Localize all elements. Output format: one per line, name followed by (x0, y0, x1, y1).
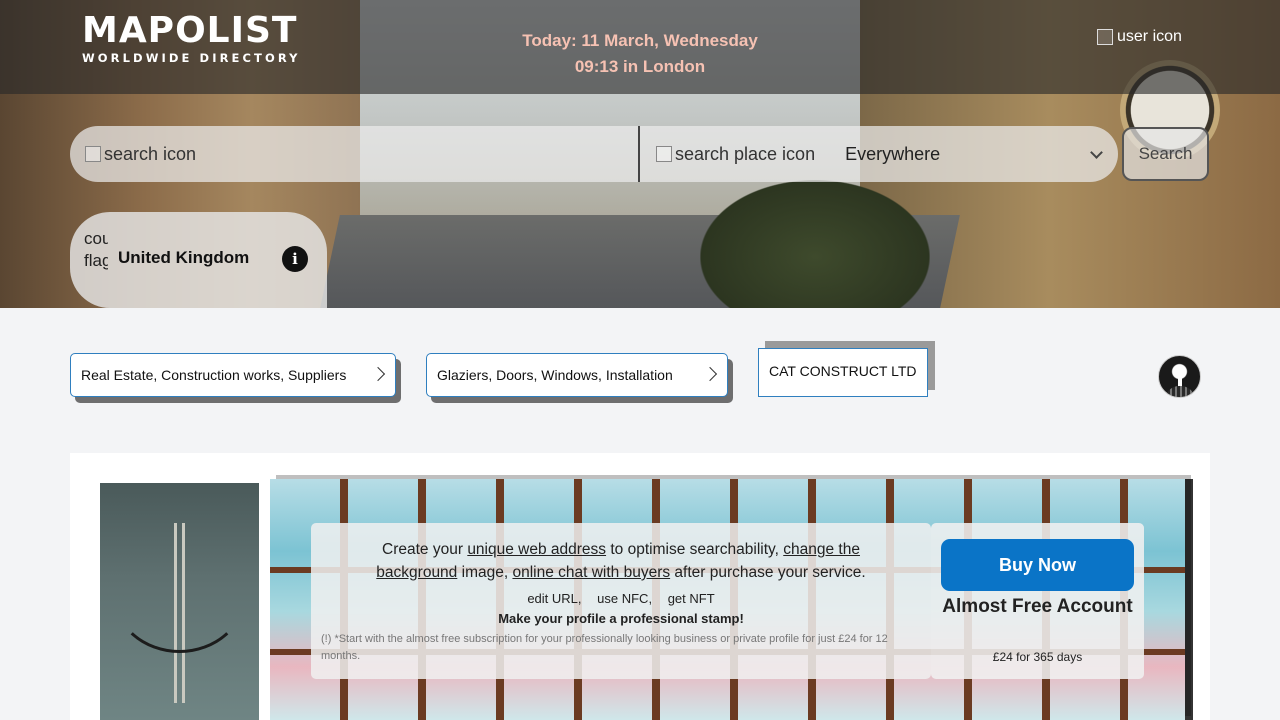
search-button[interactable]: Search (1122, 127, 1209, 181)
search-input[interactable]: search icon (70, 126, 640, 182)
chevron-right-icon (702, 366, 718, 382)
chevron-right-icon (370, 366, 386, 382)
breadcrumb-company: CAT CONSTRUCT LTD (758, 348, 928, 397)
promo-text-part: to optimise searchability, (606, 541, 784, 558)
profile-thumbnail[interactable] (100, 483, 259, 720)
place-select-value: Everywhere (845, 143, 941, 164)
top-bar: MAPOLIST WORLDWIDE DIRECTORY Today: 11 M… (0, 0, 1280, 94)
chevron-down-icon (1090, 145, 1103, 159)
place-field: search place icon Everywhere (640, 143, 1103, 165)
country-selector[interactable]: country flag United Kingdom i (70, 212, 327, 308)
unique-web-address-link[interactable]: unique web address (467, 541, 606, 558)
broken-image-icon (85, 146, 101, 162)
logo-name: MAPOLIST (82, 10, 298, 51)
promo-text-part: Create your (382, 541, 468, 558)
promo-note: (!) *Start with the almost free subscrip… (321, 633, 888, 662)
country-name: United Kingdom (118, 248, 250, 267)
time-line: 09:13 in London (574, 57, 706, 76)
user-icon[interactable]: user icon (1097, 28, 1182, 46)
site-logo[interactable]: MAPOLIST WORLDWIDE DIRECTORY (82, 10, 301, 66)
price-label: £24 for 365 days (992, 650, 1083, 664)
search-place-icon: search place icon (656, 144, 815, 165)
search-bar: search icon search place icon Everywhere (70, 126, 1118, 182)
online-chat-link[interactable]: online chat with buyers (512, 564, 670, 581)
broken-image-icon (656, 146, 672, 162)
logo-tagline: WORLDWIDE DIRECTORY (82, 51, 301, 65)
feature-list: edit URL, use NFC, get NFT (311, 591, 931, 606)
breadcrumb-label: Glaziers, Doors, Windows, Installation (437, 367, 673, 383)
user-icon-alt: user icon (1117, 28, 1182, 45)
promo-panel: Create your unique web address to optimi… (311, 523, 931, 679)
company-avatar[interactable] (1158, 355, 1201, 398)
search-icon: search icon (85, 144, 196, 165)
account-label: Almost Free Account (942, 596, 1133, 617)
country-flag-icon: country flag (84, 229, 108, 270)
broken-image-icon (1097, 29, 1113, 45)
feature-use-nfc: use NFC, (597, 591, 653, 606)
search-place-icon-alt: search place icon (675, 143, 816, 164)
smile-shape (112, 533, 247, 653)
place-select[interactable]: Everywhere (845, 143, 1103, 165)
date-time: Today: 11 March, Wednesday 09:13 in Lond… (480, 28, 800, 80)
buy-panel: Buy Now Almost Free Account £24 for 365 … (931, 523, 1144, 679)
buy-now-button[interactable]: Buy Now (941, 539, 1134, 591)
breadcrumb-subcategory[interactable]: Glaziers, Doors, Windows, Installation (426, 353, 728, 397)
promo-text-part: image, (457, 564, 513, 581)
search-icon-alt: search icon (104, 143, 197, 164)
promo-stamp: Make your profile a professional stamp! (498, 611, 744, 626)
avatar-base (1165, 386, 1195, 397)
breadcrumb-label: CAT CONSTRUCT LTD (769, 363, 917, 379)
promo-text: Create your unique web address to optimi… (311, 523, 931, 584)
info-icon[interactable]: i (282, 246, 308, 272)
feature-edit-url: edit URL, (527, 591, 582, 606)
breadcrumb-category[interactable]: Real Estate, Construction works, Supplie… (70, 353, 396, 397)
date-line: Today: 11 March, Wednesday (522, 31, 758, 50)
hero-trees (700, 180, 930, 308)
promo-text-part: after purchase your service. (670, 564, 866, 581)
breadcrumb-label: Real Estate, Construction works, Supplie… (81, 367, 347, 383)
feature-get-nft: get NFT (667, 591, 715, 606)
